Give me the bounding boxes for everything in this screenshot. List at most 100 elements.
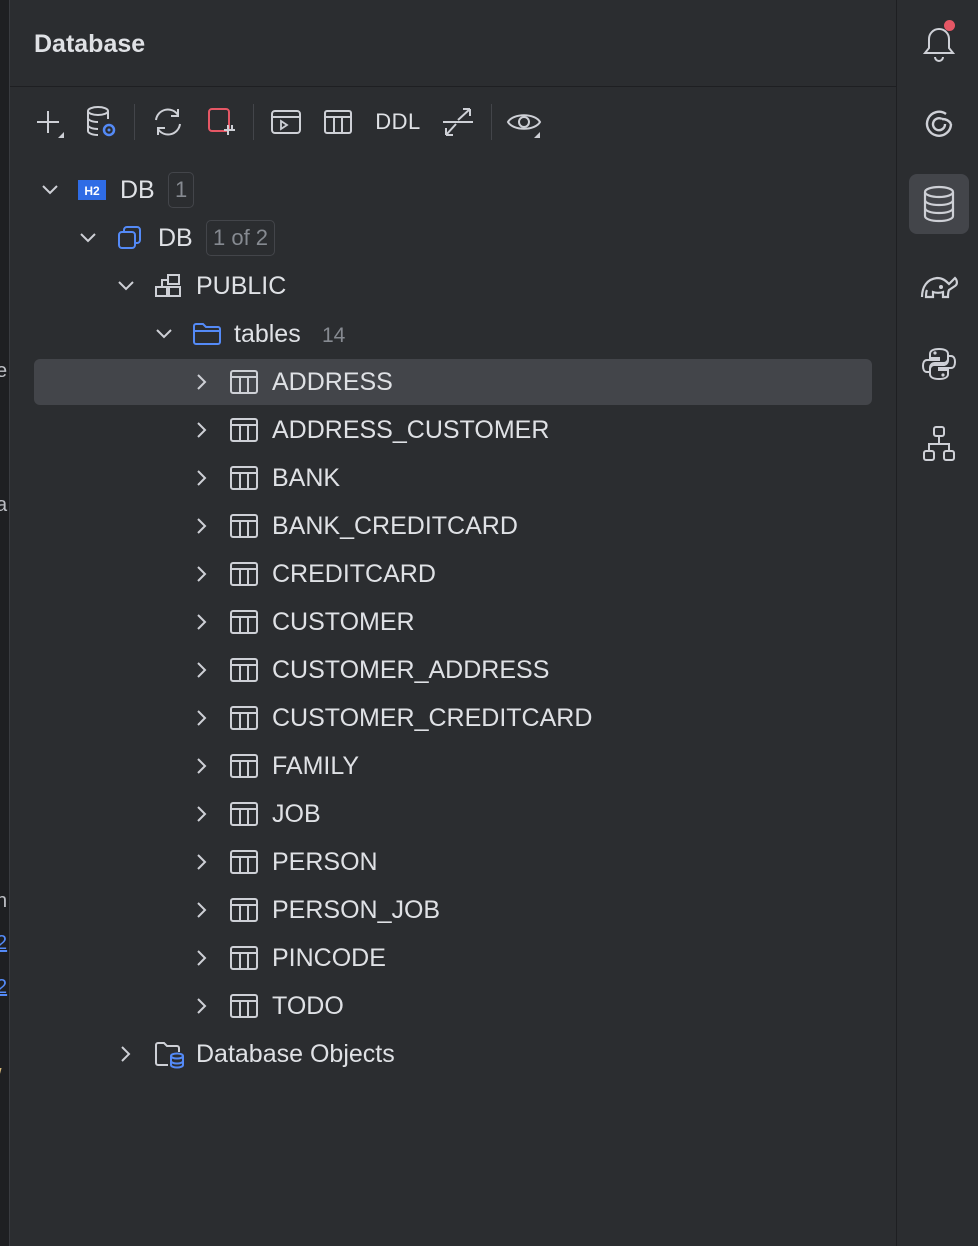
chevron-right-icon[interactable]: [192, 852, 212, 872]
tree-node-database-objects[interactable]: Database Objects: [10, 1030, 896, 1078]
schema-icon: [154, 273, 182, 299]
chevron-right-icon[interactable]: [192, 420, 212, 440]
chevron-right-icon[interactable]: [192, 948, 212, 968]
table-name: PINCODE: [272, 944, 386, 972]
database-objects-icon: [154, 1041, 184, 1069]
database-count-badge: 1 of 2: [206, 220, 276, 256]
table-name: FAMILY: [272, 752, 360, 780]
chevron-right-icon[interactable]: [192, 612, 212, 632]
disconnect-icon[interactable]: [200, 96, 244, 148]
chevron-down-icon[interactable]: [116, 276, 136, 296]
table-row[interactable]: CUSTOMER_CREDITCARD: [10, 694, 896, 742]
tree-node-datasource[interactable]: H2 DB 1: [10, 166, 896, 214]
folder-icon: [192, 321, 221, 347]
table-editor-icon[interactable]: [316, 96, 360, 148]
editor-fragment: a: [0, 494, 7, 517]
table-name: CUSTOMER: [272, 608, 415, 636]
table-name: JOB: [272, 800, 321, 828]
chevron-right-icon[interactable]: [116, 1044, 136, 1064]
chevron-right-icon[interactable]: [192, 564, 212, 584]
table-icon: [230, 753, 258, 779]
chevron-right-icon[interactable]: [192, 660, 212, 680]
panel-header: Database: [10, 0, 896, 87]
table-icon: [230, 897, 258, 923]
structure-icon[interactable]: [909, 414, 969, 474]
table-row[interactable]: JOB: [10, 790, 896, 838]
table-row[interactable]: BANK: [10, 454, 896, 502]
chevron-down-icon[interactable]: [78, 228, 98, 248]
table-icon: [230, 801, 258, 827]
table-row[interactable]: ADDRESS_CUSTOMER: [10, 406, 896, 454]
ddl-label: DDL: [375, 109, 421, 134]
ddl-button[interactable]: DDL: [372, 96, 424, 148]
chevron-right-icon[interactable]: [192, 900, 212, 920]
svg-text:H2: H2: [84, 184, 100, 198]
table-icon: [230, 465, 258, 491]
jump-to-query-console-icon[interactable]: [264, 96, 308, 148]
refresh-icon[interactable]: [146, 96, 190, 148]
table-name: PERSON_JOB: [272, 896, 441, 924]
table-icon: [230, 657, 258, 683]
database-tool-window: Database DDL H2 DB 1 DB 1 of 2 PUBLIC ta…: [10, 0, 896, 1246]
chevron-down-icon[interactable]: [40, 180, 60, 200]
new-icon[interactable]: [26, 96, 70, 148]
notifications-icon[interactable]: [909, 14, 969, 74]
schema-label: PUBLIC: [196, 272, 287, 300]
table-row[interactable]: FAMILY: [10, 742, 896, 790]
toolbar-separator: [253, 104, 254, 140]
database-node-icon: [116, 225, 144, 251]
table-row[interactable]: PINCODE: [10, 934, 896, 982]
table-row[interactable]: BANK_CREDITCARD: [10, 502, 896, 550]
chevron-right-icon[interactable]: [192, 468, 212, 488]
table-name: TODO: [272, 992, 344, 1020]
table-row[interactable]: CUSTOMER_ADDRESS: [10, 646, 896, 694]
view-options-icon[interactable]: [502, 96, 546, 148]
tool-window-rail: [896, 0, 978, 1246]
database-label: DB: [158, 224, 193, 252]
table-name: CUSTOMER_ADDRESS: [272, 656, 550, 684]
table-icon: [230, 945, 258, 971]
table-row[interactable]: TODO: [10, 982, 896, 1030]
table-row[interactable]: PERSON_JOB: [10, 886, 896, 934]
database-icon[interactable]: [909, 174, 969, 234]
editor-fragment: /: [0, 1066, 2, 1089]
chevron-down-icon[interactable]: [154, 324, 174, 344]
tables-count: 14: [322, 324, 346, 347]
editor-fragment: 2: [0, 932, 7, 955]
selection-highlight: [34, 359, 872, 405]
python-icon[interactable]: [909, 334, 969, 394]
gradle-icon[interactable]: [909, 254, 969, 314]
chevron-right-icon[interactable]: [192, 708, 212, 728]
tree-node-database[interactable]: DB 1 of 2: [10, 214, 896, 262]
table-icon: [230, 993, 258, 1019]
table-icon: [230, 849, 258, 875]
table-icon: [230, 513, 258, 539]
database-objects-label: Database Objects: [196, 1040, 395, 1068]
panel-title: Database: [34, 30, 146, 58]
tree-node-schema[interactable]: PUBLIC: [10, 262, 896, 310]
chevron-right-icon[interactable]: [192, 756, 212, 776]
table-row[interactable]: CUSTOMER: [10, 598, 896, 646]
table-icon: [230, 369, 258, 395]
table-row[interactable]: PERSON: [10, 838, 896, 886]
table-row[interactable]: CREDITCARD: [10, 550, 896, 598]
table-icon: [230, 417, 258, 443]
table-row[interactable]: ADDRESS: [10, 358, 896, 406]
ai-assistant-icon[interactable]: [909, 94, 969, 154]
chevron-right-icon[interactable]: [192, 372, 212, 392]
compare-icon[interactable]: [436, 96, 480, 148]
table-name: CUSTOMER_CREDITCARD: [272, 704, 593, 732]
table-name: ADDRESS_CUSTOMER: [272, 416, 550, 444]
editor-fragment: e: [0, 360, 7, 383]
chevron-right-icon[interactable]: [192, 996, 212, 1016]
tree-node-tables-folder[interactable]: tables 14: [10, 310, 896, 358]
editor-fragment: n: [0, 890, 7, 913]
chevron-right-icon[interactable]: [192, 516, 212, 536]
chevron-right-icon[interactable]: [192, 804, 212, 824]
table-name: PERSON: [272, 848, 378, 876]
table-icon: [230, 561, 258, 587]
toolbar-separator: [134, 104, 135, 140]
datasource-count-badge: 1: [168, 172, 195, 208]
table-name: CREDITCARD: [272, 560, 436, 588]
data-source-properties-icon[interactable]: [80, 96, 124, 148]
